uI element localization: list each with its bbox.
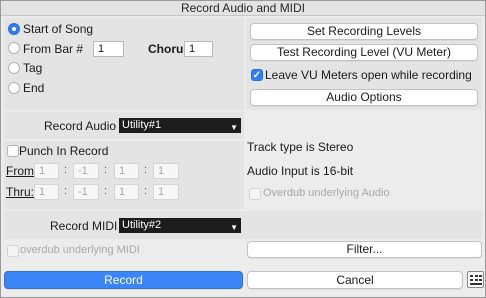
thru-tick-field[interactable]: 1 bbox=[153, 184, 179, 200]
tag-label: Tag bbox=[23, 61, 43, 75]
overdub-audio-label: Overdub underlying Audio bbox=[263, 187, 390, 199]
from-tick-field[interactable]: 1 bbox=[153, 163, 179, 179]
thru-beat-field[interactable]: -1 bbox=[73, 184, 99, 200]
record-button[interactable]: Record bbox=[4, 271, 243, 289]
keyboard-icon[interactable] bbox=[467, 271, 484, 288]
overdub-midi-label: overdub underlying MIDI bbox=[20, 244, 140, 256]
from-bar-label: From Bar # bbox=[23, 42, 84, 56]
test-recording-level-button[interactable]: Test Recording Level (VU Meter) bbox=[250, 44, 478, 61]
thru-sub-field[interactable]: 1 bbox=[114, 184, 139, 200]
leave-vu-meters-checkbox[interactable]: ✓ bbox=[251, 69, 263, 81]
dropdown-arrow-icon: ▼ bbox=[230, 223, 238, 232]
punch-in-label: Punch In Record bbox=[19, 144, 109, 158]
audio-options-button[interactable]: Audio Options bbox=[250, 89, 478, 106]
start-of-song-radio[interactable] bbox=[8, 23, 20, 35]
thru-sep-1: : bbox=[64, 185, 68, 197]
from-bar-radio[interactable] bbox=[8, 42, 20, 54]
chorus-input[interactable]: 1 bbox=[184, 41, 213, 57]
thru-sep-2: : bbox=[104, 185, 108, 197]
audio-input-text: Audio Input is 16-bit bbox=[247, 164, 354, 178]
set-recording-levels-button[interactable]: Set Recording Levels bbox=[250, 23, 478, 40]
track-type-text: Track type is Stereo bbox=[247, 140, 354, 154]
from-sub-field[interactable]: 1 bbox=[114, 163, 139, 179]
thru-label: Thru: bbox=[6, 185, 35, 199]
dropdown-arrow-icon: ▼ bbox=[230, 123, 238, 132]
cancel-button[interactable]: Cancel bbox=[247, 271, 463, 289]
from-sep-1: : bbox=[64, 164, 68, 176]
thru-sep-3: : bbox=[144, 185, 148, 197]
record-midi-value: Utility#2 bbox=[122, 219, 162, 231]
record-audio-value: Utility#1 bbox=[122, 119, 162, 131]
record-midi-dropdown[interactable]: Utility#2 ▼ bbox=[119, 218, 241, 233]
overdub-midi-checkbox[interactable] bbox=[7, 245, 19, 257]
start-of-song-label: Start of Song bbox=[23, 22, 94, 36]
leave-vu-meters-label: Leave VU Meters open while recording bbox=[265, 68, 472, 82]
record-audio-dropdown[interactable]: Utility#1 ▼ bbox=[119, 118, 241, 133]
window-title: Record Audio and MIDI bbox=[1, 1, 485, 16]
from-label: From: bbox=[6, 164, 38, 178]
filter-button[interactable]: Filter... bbox=[247, 241, 482, 258]
from-bar-field[interactable]: 1 bbox=[34, 163, 59, 179]
tag-radio[interactable] bbox=[8, 62, 20, 74]
from-beat-field[interactable]: -1 bbox=[73, 163, 99, 179]
from-sep-3: : bbox=[144, 164, 148, 176]
dialog-window: Record Audio and MIDI Start of Song From… bbox=[0, 0, 486, 298]
punch-in-checkbox[interactable] bbox=[7, 145, 19, 157]
from-sep-2: : bbox=[104, 164, 108, 176]
end-radio[interactable] bbox=[8, 82, 20, 94]
bar-number-input[interactable]: 1 bbox=[93, 41, 124, 57]
overdub-audio-checkbox[interactable] bbox=[249, 188, 261, 200]
thru-bar-field[interactable]: 1 bbox=[34, 184, 59, 200]
end-label: End bbox=[23, 81, 45, 95]
